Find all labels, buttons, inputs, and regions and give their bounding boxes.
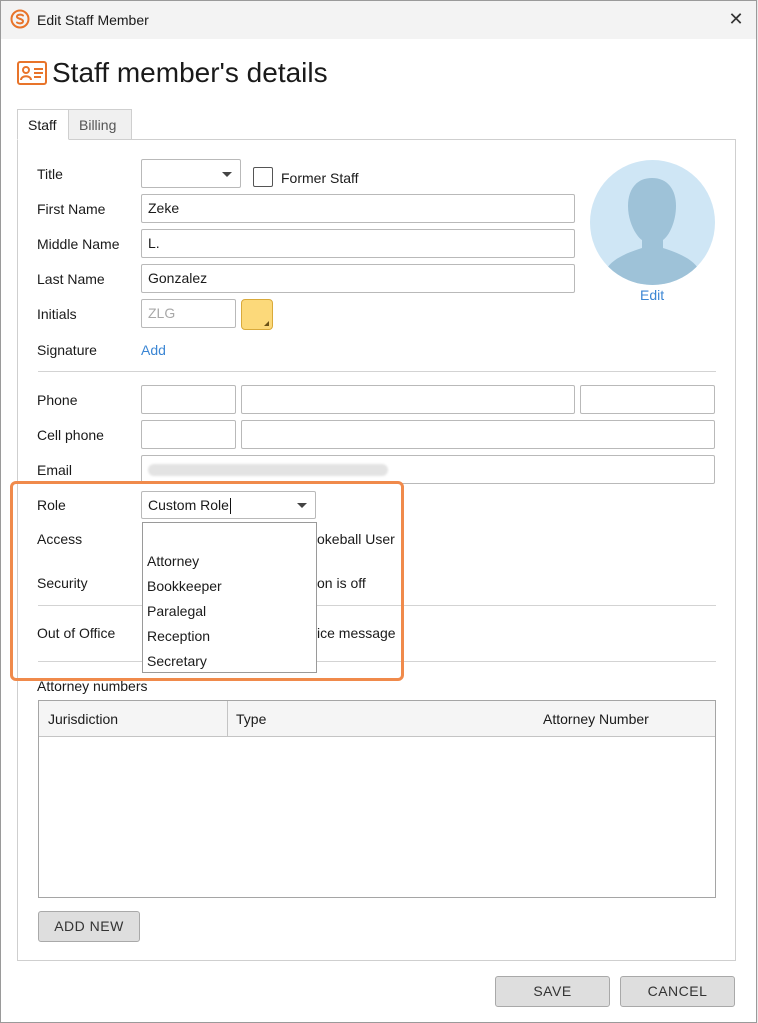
column-header-type[interactable]: Type bbox=[236, 701, 266, 737]
email-field[interactable] bbox=[141, 455, 715, 484]
last-name-label: Last Name bbox=[37, 271, 105, 287]
security-status-text: on is off bbox=[317, 575, 366, 591]
tab-staff[interactable]: Staff bbox=[17, 109, 69, 140]
initials-label: Initials bbox=[37, 306, 77, 322]
staff-panel: Title Former Staff First Name Zeke Middl… bbox=[17, 139, 736, 961]
initials-color-picker[interactable] bbox=[241, 299, 273, 330]
role-option-attorney[interactable]: Attorney bbox=[147, 553, 199, 569]
add-new-button[interactable]: ADD NEW bbox=[38, 911, 140, 942]
first-name-label: First Name bbox=[37, 201, 106, 217]
color-picker-corner-icon bbox=[264, 321, 269, 326]
column-header-jurisdiction[interactable]: Jurisdiction bbox=[48, 701, 118, 737]
former-staff-label: Former Staff bbox=[281, 170, 359, 186]
phone-label: Phone bbox=[37, 392, 78, 408]
cell-phone-label: Cell phone bbox=[37, 427, 104, 443]
page-title: Staff member's details bbox=[52, 57, 328, 88]
id-card-icon bbox=[17, 61, 47, 85]
chevron-down-icon bbox=[297, 503, 307, 508]
role-option-paralegal[interactable]: Paralegal bbox=[147, 603, 206, 619]
access-label: Access bbox=[37, 531, 83, 547]
column-header-attorney-number[interactable]: Attorney Number bbox=[543, 701, 649, 737]
title-bar: Edit Staff Member ✕ bbox=[1, 1, 756, 39]
middle-name-field[interactable]: L. bbox=[141, 229, 575, 258]
signature-label: Signature bbox=[37, 342, 97, 358]
phone-number-field[interactable] bbox=[241, 385, 575, 414]
app-logo-icon bbox=[10, 9, 30, 29]
phone-extension-field[interactable] bbox=[580, 385, 715, 414]
role-option-bookkeeper[interactable]: Bookkeeper bbox=[147, 578, 222, 594]
section-divider bbox=[38, 661, 716, 662]
close-icon: ✕ bbox=[728, 9, 744, 29]
role-select-value: Custom Role bbox=[148, 497, 229, 513]
former-staff-checkbox[interactable] bbox=[253, 167, 273, 187]
signature-add-link[interactable]: Add bbox=[141, 342, 166, 358]
section-divider bbox=[38, 371, 716, 372]
save-button[interactable]: SAVE bbox=[495, 976, 610, 1007]
edit-staff-dialog: Edit Staff Member ✕ Staff member's detai… bbox=[0, 0, 757, 1023]
attorney-numbers-table: Jurisdiction Type Attorney Number bbox=[38, 700, 716, 898]
role-select[interactable]: Custom Role bbox=[141, 491, 316, 519]
phone-country-field[interactable] bbox=[141, 385, 236, 414]
attorney-numbers-label: Attorney numbers bbox=[37, 678, 148, 694]
out-of-office-text: ice message bbox=[317, 625, 396, 641]
chevron-down-icon bbox=[222, 172, 232, 177]
middle-name-label: Middle Name bbox=[37, 236, 120, 252]
dialog-content: Staff member's details Staff Billing Tit… bbox=[1, 39, 756, 1022]
first-name-field[interactable]: Zeke bbox=[141, 194, 575, 223]
access-option-text: okeball User bbox=[317, 531, 395, 547]
column-divider[interactable] bbox=[227, 701, 228, 737]
table-header: Jurisdiction Type Attorney Number bbox=[39, 701, 715, 737]
close-button[interactable]: ✕ bbox=[726, 9, 746, 29]
security-label: Security bbox=[37, 575, 88, 591]
avatar[interactable] bbox=[590, 160, 715, 285]
role-option-secretary[interactable]: Secretary bbox=[147, 653, 207, 669]
out-of-office-label: Out of Office bbox=[37, 625, 116, 641]
cell-phone-number-field[interactable] bbox=[241, 420, 715, 449]
role-label: Role bbox=[37, 497, 66, 513]
role-dropdown-list: Attorney Bookkeeper Paralegal Reception … bbox=[142, 522, 317, 673]
initials-field[interactable]: ZLG bbox=[141, 299, 236, 328]
last-name-field[interactable]: Gonzalez bbox=[141, 264, 575, 293]
window-title: Edit Staff Member bbox=[37, 12, 149, 28]
title-select[interactable] bbox=[141, 159, 241, 188]
avatar-edit-link[interactable]: Edit bbox=[640, 287, 664, 303]
email-redacted-value bbox=[148, 464, 388, 476]
email-label: Email bbox=[37, 462, 73, 478]
role-option-reception[interactable]: Reception bbox=[147, 628, 210, 644]
title-label: Title bbox=[37, 166, 63, 182]
tab-billing[interactable]: Billing bbox=[69, 109, 132, 140]
section-divider bbox=[38, 605, 716, 606]
person-silhouette-icon bbox=[606, 178, 699, 285]
text-cursor bbox=[229, 498, 231, 515]
cancel-button[interactable]: CANCEL bbox=[620, 976, 735, 1007]
cell-phone-country-field[interactable] bbox=[141, 420, 236, 449]
